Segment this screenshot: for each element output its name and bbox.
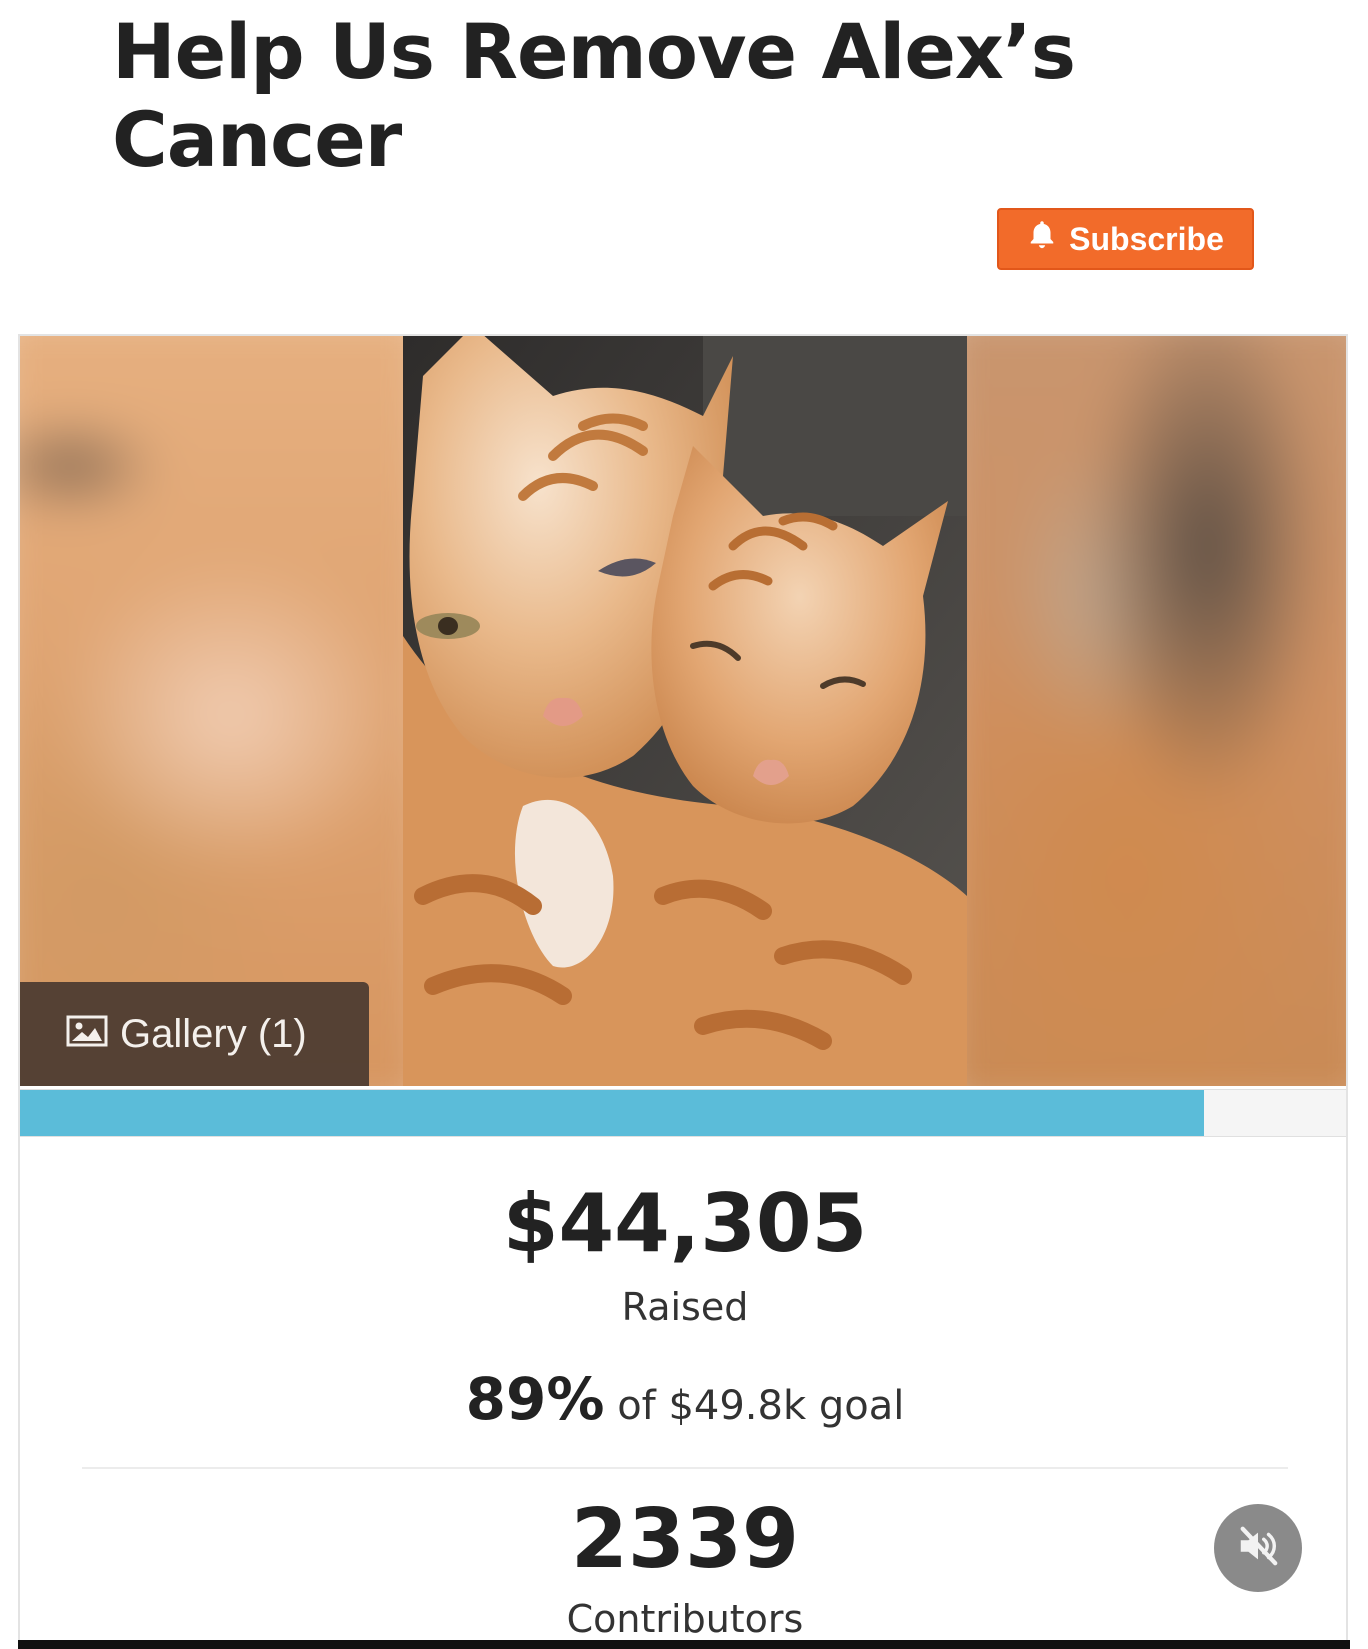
campaign-page: Help Us Remove Alex’s Cancer Subscribe G… [0, 0, 1368, 1649]
divider [82, 1467, 1288, 1469]
subscribe-label: Subscribe [1069, 220, 1224, 257]
contributors-count: 2339 [570, 1492, 800, 1587]
progress-fill [20, 1090, 1204, 1136]
raised-label: Raised [621, 1285, 749, 1329]
blurred-photo-right [967, 336, 1346, 1086]
gallery-button[interactable]: Gallery (1) [20, 982, 369, 1086]
bottom-edge [18, 1640, 1350, 1649]
image-icon [66, 1012, 108, 1057]
page-title: Help Us Remove Alex’s Cancer [112, 7, 1076, 184]
subscribe-button[interactable]: Subscribe [997, 208, 1254, 270]
percent-of-goal: 89% [465, 1365, 605, 1433]
bell-icon [1027, 218, 1057, 260]
speaker-muted-icon [1235, 1523, 1281, 1573]
contributors-label: Contributors [566, 1597, 804, 1641]
goal-progress: 89% of $49.8k goal [20, 1365, 1346, 1433]
progress-bar [20, 1089, 1346, 1137]
campaign-card: Gallery (1) $44,305 Raised 89% of $49.8k… [18, 334, 1348, 1649]
gallery-label: Gallery (1) [120, 1011, 307, 1056]
cat-photo[interactable] [403, 336, 967, 1086]
blurred-photo-left [20, 336, 403, 1086]
goal-text: of $49.8k goal [617, 1383, 905, 1429]
raised-amount: $44,305 [502, 1177, 868, 1270]
hero-gallery[interactable]: Gallery (1) [20, 336, 1346, 1086]
mute-button[interactable] [1214, 1504, 1302, 1592]
